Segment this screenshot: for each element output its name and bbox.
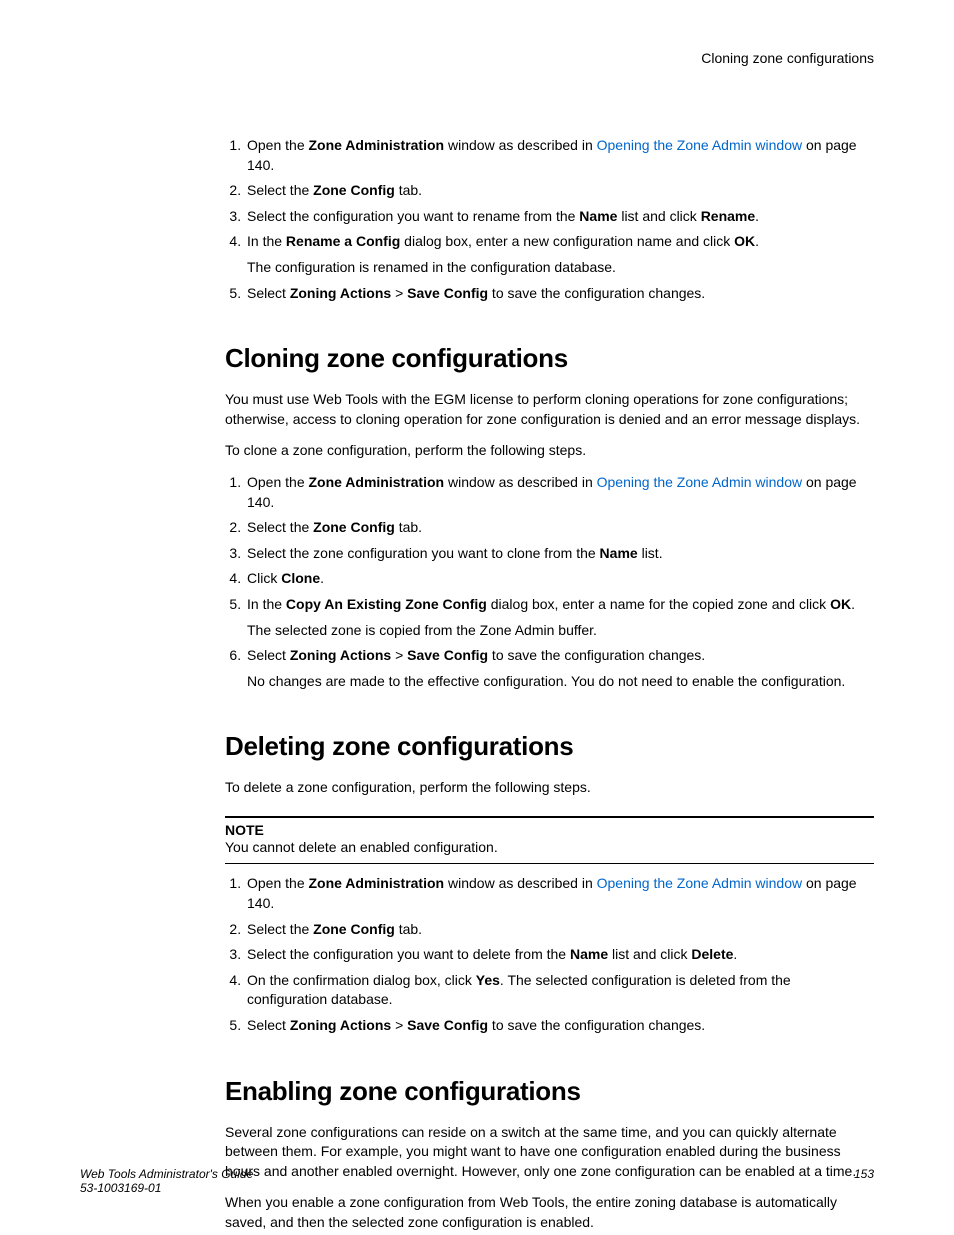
link-opening-zone-admin[interactable]: Opening the Zone Admin window: [597, 474, 802, 490]
paragraph: When you enable a zone configuration fro…: [225, 1193, 874, 1232]
list-item: Select Zoning Actions > Save Config to s…: [245, 646, 874, 691]
content-area: Open the Zone Administration window as d…: [225, 136, 874, 1233]
note-text: You cannot delete an enabled configurati…: [225, 838, 874, 858]
list-item: Click Clone.: [245, 569, 874, 589]
rename-steps-list: Open the Zone Administration window as d…: [225, 136, 874, 303]
paragraph: To clone a zone configuration, perform t…: [225, 441, 874, 461]
list-item: Select the zone configuration you want t…: [245, 544, 874, 564]
paragraph: You must use Web Tools with the EGM lice…: [225, 390, 874, 429]
list-item: In the Copy An Existing Zone Config dial…: [245, 595, 874, 640]
page-footer: Web Tools Administrator's Guide 53-10031…: [80, 1167, 874, 1195]
note-title: NOTE: [225, 822, 874, 838]
list-item: On the confirmation dialog box, click Ye…: [245, 971, 874, 1010]
list-item: In the Rename a Config dialog box, enter…: [245, 232, 874, 277]
list-item: Open the Zone Administration window as d…: [245, 473, 874, 512]
list-item: Select Zoning Actions > Save Config to s…: [245, 1016, 874, 1036]
paragraph: To delete a zone configuration, perform …: [225, 778, 874, 798]
heading-enabling: Enabling zone configurations: [225, 1076, 874, 1107]
list-item: Select the configuration you want to ren…: [245, 207, 874, 227]
clone-steps-list: Open the Zone Administration window as d…: [225, 473, 874, 691]
link-opening-zone-admin[interactable]: Opening the Zone Admin window: [597, 137, 802, 153]
list-item: Select the Zone Config tab.: [245, 181, 874, 201]
list-item: Open the Zone Administration window as d…: [245, 136, 874, 175]
page: Cloning zone configurations Open the Zon…: [0, 0, 954, 1235]
running-header: Cloning zone configurations: [80, 50, 874, 66]
list-item: Select Zoning Actions > Save Config to s…: [245, 284, 874, 304]
footer-left: Web Tools Administrator's Guide 53-10031…: [80, 1167, 253, 1195]
list-item: Open the Zone Administration window as d…: [245, 874, 874, 913]
page-number: 153: [854, 1167, 874, 1195]
heading-cloning: Cloning zone configurations: [225, 343, 874, 374]
delete-steps-list: Open the Zone Administration window as d…: [225, 874, 874, 1035]
list-item: Select the Zone Config tab.: [245, 518, 874, 538]
heading-deleting: Deleting zone configurations: [225, 731, 874, 762]
list-item: Select the configuration you want to del…: [245, 945, 874, 965]
list-item: Select the Zone Config tab.: [245, 920, 874, 940]
note-block: NOTE You cannot delete an enabled config…: [225, 816, 874, 865]
link-opening-zone-admin[interactable]: Opening the Zone Admin window: [597, 875, 802, 891]
